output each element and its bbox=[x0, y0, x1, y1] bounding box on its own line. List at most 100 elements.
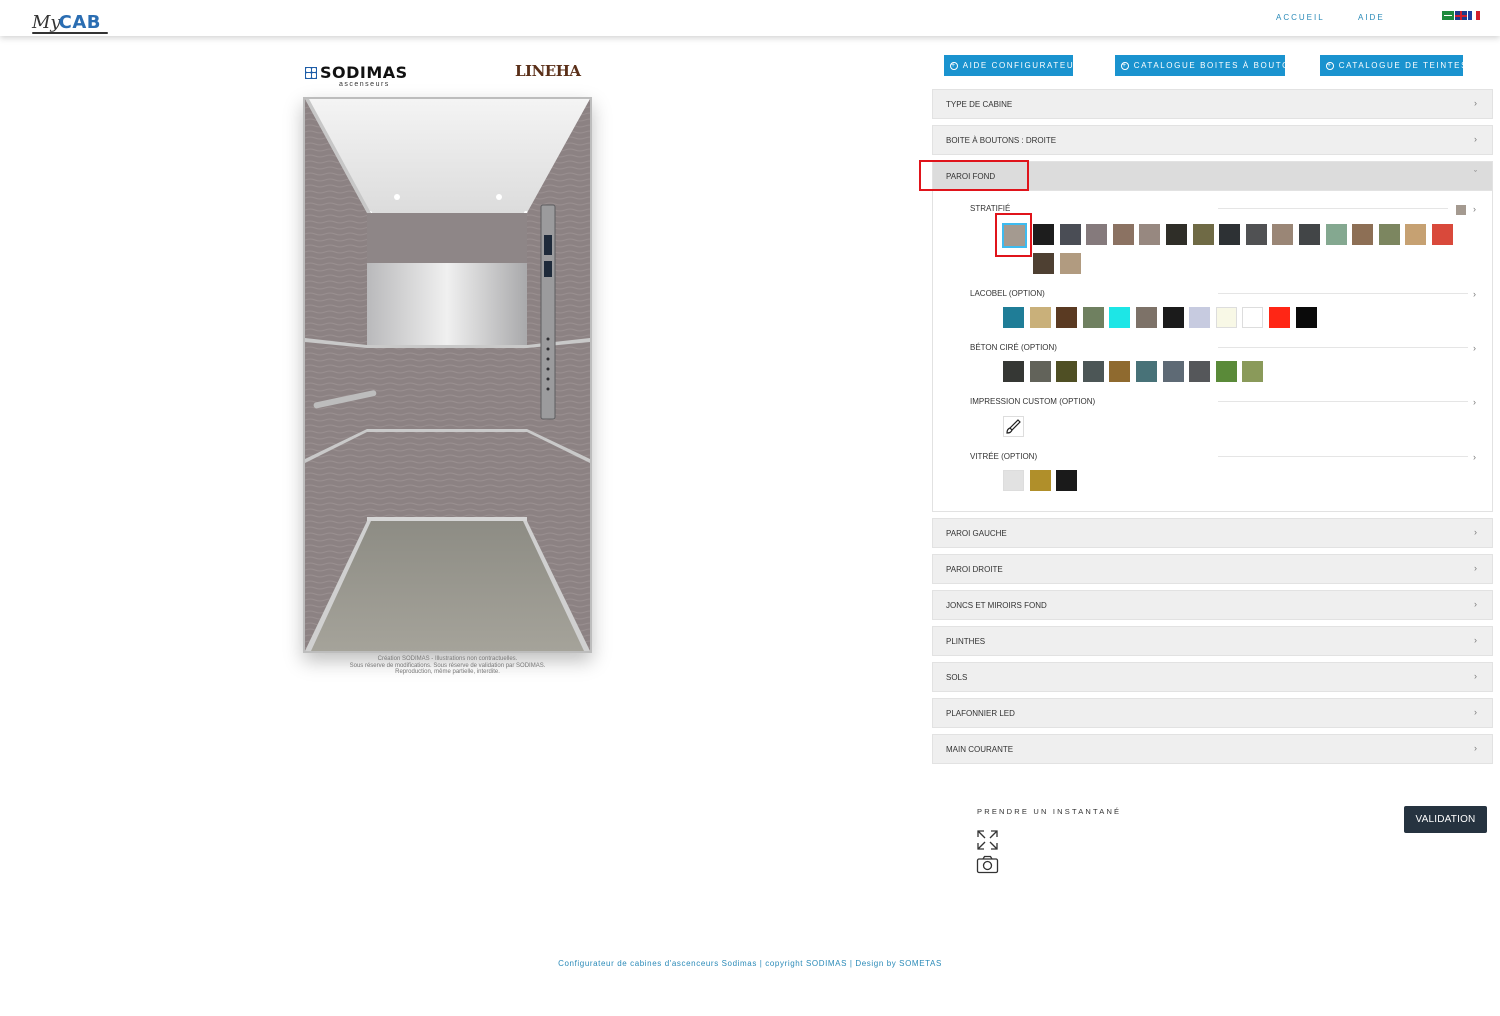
stratifie-swatch[interactable] bbox=[1059, 224, 1081, 245]
lacobel-swatch[interactable] bbox=[1242, 307, 1264, 328]
beton-swatch[interactable] bbox=[1215, 361, 1237, 382]
accordion-label: BOITE À BOUTONS : DROITE bbox=[946, 136, 1057, 145]
stratifie-swatch[interactable] bbox=[1086, 224, 1108, 245]
lacobel-swatch[interactable] bbox=[1082, 307, 1104, 328]
logo-my: My bbox=[32, 12, 61, 33]
catalogue-boites-label: CATALOGUE BOITES À BOUTON bbox=[1133, 61, 1298, 70]
stratifie-swatch[interactable] bbox=[1219, 224, 1241, 245]
stratifie-swatch[interactable] bbox=[1352, 224, 1374, 245]
lacobel-swatch[interactable] bbox=[1215, 307, 1237, 328]
beton-swatch[interactable] bbox=[1109, 361, 1131, 382]
chevron-right-icon[interactable]: › bbox=[1473, 397, 1476, 407]
accordion-type-cabine[interactable]: TYPE DE CABINE › bbox=[932, 89, 1493, 119]
stratifie-swatch[interactable] bbox=[1245, 224, 1267, 245]
chevron-right-icon: › bbox=[1474, 707, 1477, 717]
lacobel-swatch[interactable] bbox=[1295, 307, 1317, 328]
beton-swatch[interactable] bbox=[1189, 361, 1211, 382]
aide-configurateur-button[interactable]: + AIDE CONFIGURATEUR bbox=[944, 55, 1080, 76]
category-impression-label: IMPRESSION CUSTOM (OPTION) bbox=[970, 397, 1096, 406]
sodimas-brand-name: SODIMAS bbox=[320, 63, 408, 82]
category-divider bbox=[1218, 293, 1468, 294]
chevron-right-icon[interactable]: › bbox=[1473, 452, 1476, 462]
vitree-swatch[interactable] bbox=[1056, 470, 1078, 491]
vitree-swatch[interactable] bbox=[1003, 470, 1024, 491]
chevron-right-icon[interactable]: › bbox=[1473, 289, 1476, 299]
stratifie-swatch[interactable] bbox=[1166, 224, 1187, 245]
lacobel-swatch[interactable] bbox=[1056, 307, 1078, 328]
nav-aide-link[interactable]: AIDE bbox=[1358, 13, 1385, 22]
footer-sometas-link[interactable]: SOMETAS bbox=[899, 959, 942, 968]
lacobel-swatch[interactable] bbox=[1003, 307, 1024, 328]
accordion-joncs-miroirs[interactable]: JONCS ET MIROIRS FOND › bbox=[932, 590, 1493, 620]
accordion-paroi-gauche[interactable]: PAROI GAUCHE › bbox=[932, 518, 1493, 548]
stratifie-swatch[interactable] bbox=[1432, 224, 1453, 245]
plus-circle-icon: + bbox=[1326, 61, 1334, 70]
chevron-right-icon[interactable]: › bbox=[1473, 343, 1476, 353]
chevron-right-icon: › bbox=[1474, 563, 1477, 573]
plus-circle-icon: + bbox=[1121, 61, 1129, 70]
arabic-flag-icon[interactable] bbox=[1442, 11, 1454, 20]
accordion-paroi-droite[interactable]: PAROI DROITE › bbox=[932, 554, 1493, 584]
accordion-sols[interactable]: SOLS › bbox=[932, 662, 1493, 692]
lacobel-swatch[interactable] bbox=[1269, 307, 1290, 328]
accordion-boite-a-boutons[interactable]: BOITE À BOUTONS : DROITE › bbox=[932, 125, 1493, 155]
accordion-label: SOLS bbox=[946, 673, 968, 682]
chevron-right-icon[interactable]: › bbox=[1473, 204, 1476, 214]
chevron-right-icon: › bbox=[1474, 134, 1477, 144]
stratifie-swatch[interactable] bbox=[1033, 253, 1054, 274]
accordion-label: PAROI GAUCHE bbox=[946, 529, 1007, 538]
accordion-label: PLAFONNIER LED bbox=[946, 709, 1015, 718]
vitree-swatch[interactable] bbox=[1029, 470, 1051, 491]
logo-swoosh bbox=[32, 32, 108, 34]
chevron-right-icon: › bbox=[1474, 527, 1477, 537]
french-flag-icon[interactable] bbox=[1468, 11, 1480, 20]
beton-swatch[interactable] bbox=[1162, 361, 1184, 382]
camera-icon[interactable] bbox=[976, 855, 999, 879]
custom-print-brush-swatch[interactable] bbox=[1003, 416, 1024, 437]
beton-swatch[interactable] bbox=[1003, 361, 1024, 382]
stratifie-swatch[interactable] bbox=[1272, 224, 1294, 245]
mycab-logo[interactable]: My CAB bbox=[32, 4, 108, 34]
expand-fullscreen-icon[interactable] bbox=[976, 829, 999, 856]
snapshot-label: PRENDRE UN INSTANTANÉ bbox=[977, 807, 1122, 816]
accordion-label: PAROI DROITE bbox=[946, 565, 1003, 574]
page-root: { "header": { "logo_my": "My", "logo_cab… bbox=[0, 0, 1500, 1016]
chevron-right-icon: › bbox=[1474, 743, 1477, 753]
nav-accueil-link[interactable]: ACCUEIL bbox=[1276, 13, 1325, 22]
stratifie-swatch[interactable] bbox=[1299, 224, 1320, 245]
beton-swatch[interactable] bbox=[1029, 361, 1051, 382]
beton-swatch[interactable] bbox=[1056, 361, 1078, 382]
accordion-label: JONCS ET MIROIRS FOND bbox=[946, 601, 1047, 610]
validation-button[interactable]: VALIDATION bbox=[1404, 806, 1487, 833]
catalogue-boites-button[interactable]: + CATALOGUE BOITES À BOUTON bbox=[1115, 55, 1296, 76]
lacobel-swatch[interactable] bbox=[1136, 307, 1157, 328]
beton-swatch[interactable] bbox=[1136, 361, 1157, 382]
catalogue-teintes-button[interactable]: + CATALOGUE DE TEINTES. bbox=[1320, 55, 1470, 76]
stratifie-swatch[interactable] bbox=[1059, 253, 1081, 274]
stratifie-swatch-selected[interactable] bbox=[1004, 225, 1025, 246]
accordion-plinthes[interactable]: PLINTHES › bbox=[932, 626, 1493, 656]
stratifie-swatch[interactable] bbox=[1192, 224, 1214, 245]
english-flag-icon[interactable] bbox=[1455, 11, 1467, 20]
stratifie-swatch[interactable] bbox=[1033, 224, 1054, 245]
lacobel-swatch[interactable] bbox=[1162, 307, 1184, 328]
accordion-main-courante[interactable]: MAIN COURANTE › bbox=[932, 734, 1493, 764]
stratifie-swatch[interactable] bbox=[1378, 224, 1400, 245]
category-divider bbox=[1218, 347, 1468, 348]
preview-disclaimer: Création SODIMAS - Illustrations non con… bbox=[303, 656, 592, 676]
lacobel-swatch[interactable] bbox=[1109, 307, 1131, 328]
lacobel-swatch[interactable] bbox=[1189, 307, 1211, 328]
top-navigation-bar: My CAB ACCUEIL AIDE bbox=[0, 0, 1500, 36]
stratifie-swatch[interactable] bbox=[1139, 224, 1161, 245]
stratifie-swatch[interactable] bbox=[1405, 224, 1427, 245]
category-beton-label: BÉTON CIRÉ (OPTION) bbox=[970, 343, 1057, 352]
accordion-plafonnier-led[interactable]: PLAFONNIER LED › bbox=[932, 698, 1493, 728]
beton-swatch[interactable] bbox=[1242, 361, 1264, 382]
lacobel-swatch[interactable] bbox=[1029, 307, 1051, 328]
footer-text: Configurateur de cabines d'ascenceurs So… bbox=[558, 959, 900, 968]
plus-circle-icon: + bbox=[950, 61, 958, 70]
cabin-preview-image bbox=[303, 97, 592, 653]
stratifie-swatch[interactable] bbox=[1325, 224, 1347, 245]
beton-swatch[interactable] bbox=[1082, 361, 1104, 382]
stratifie-swatch[interactable] bbox=[1112, 224, 1134, 245]
